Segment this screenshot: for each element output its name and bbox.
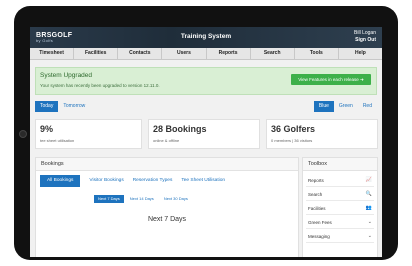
user-area: Bill Logan Sign Out [354, 30, 376, 44]
tab-next-7-days[interactable]: Next 7 Days [94, 195, 124, 203]
toolbox-item-label: Green Fees [308, 220, 332, 225]
nav-item-users[interactable]: Users [162, 48, 207, 59]
day-tabs: Today Tomorrow [35, 101, 90, 112]
stat-utilisation: 9% tee sheet utilisation [35, 119, 142, 149]
stat-label: 0 members | 36 visitors [271, 138, 313, 143]
stat-bookings: 28 Bookings online & offline [148, 119, 260, 149]
nav-item-timesheet[interactable]: Timesheet [30, 48, 75, 59]
tab-blue[interactable]: Blue [313, 101, 334, 112]
alert-title: System Upgraded [40, 72, 93, 79]
chevron-down-icon: ⌄ [367, 233, 372, 239]
bookings-panel: Bookings All Bookings Visitor Bookings R… [35, 157, 299, 257]
range-tabs: Next 7 Days Next 14 Days Next 30 Days [94, 195, 194, 203]
chart-icon: 📈 [365, 177, 372, 183]
view-features-button[interactable]: View Features in each release ➜ [291, 74, 371, 85]
tab-green[interactable]: Green [334, 101, 358, 112]
toolbox-item-green-fees[interactable]: Green Fees ⌄ [306, 217, 374, 229]
top-bar: BRSGOLF by Golfs Training System Bill Lo… [30, 27, 382, 48]
toolbox-item-label: Messaging [308, 234, 330, 239]
arrow-right-icon: ➜ [359, 77, 364, 82]
stat-label: tee sheet utilisation [40, 138, 75, 143]
tab-visitor-bookings[interactable]: Visitor Bookings [89, 175, 123, 187]
app-screen: BRSGOLF by Golfs Training System Bill Lo… [30, 27, 382, 257]
tab-red[interactable]: Red [358, 101, 377, 112]
tab-reservation-types[interactable]: Reservation Types [133, 175, 173, 187]
tab-today[interactable]: Today [35, 101, 59, 112]
bookings-tabs: All Bookings Visitor Bookings Reservatio… [40, 175, 234, 187]
toolbox-item-reports[interactable]: Reports 📈 [306, 175, 374, 187]
nav-item-search[interactable]: Search [251, 48, 295, 59]
stat-label: online & offline [153, 138, 180, 143]
toolbox-item-label: Reports [308, 178, 324, 183]
toolbox-item-messaging[interactable]: Messaging ⌄ [306, 231, 374, 243]
stat-golfers: 36 Golfers 0 members | 36 visitors [266, 119, 378, 149]
nav-item-contacts[interactable]: Contacts [118, 48, 163, 59]
main-nav: Timesheet Facilities Contacts Users Repo… [30, 48, 382, 60]
user-name: Bill Logan [354, 30, 376, 36]
alert-message: Your system has recently been upgraded t… [40, 83, 160, 88]
bookings-title: Bookings [41, 161, 64, 167]
bookings-header: Bookings [36, 158, 298, 171]
bookings-range-heading: Next 7 Days [147, 216, 187, 223]
toolbox-header: Toolbox [303, 158, 377, 171]
toolbox-item-facilities[interactable]: Facilities 👥 [306, 203, 374, 215]
view-features-label: View Features in each release [298, 77, 359, 82]
nav-item-reports[interactable]: Reports [207, 48, 251, 59]
tab-tee-sheet-utilisation[interactable]: Tee Sheet Utilisation [181, 175, 225, 187]
toolbox-panel: Toolbox Reports 📈 Search 🔍 Facilities 👥 … [302, 157, 378, 257]
stat-value: 9% [40, 124, 54, 134]
toolbox-item-search[interactable]: Search 🔍 [306, 189, 374, 201]
toolbox-item-label: Search [308, 192, 323, 197]
tab-next-30-days[interactable]: Next 30 Days [160, 195, 192, 203]
nav-item-help[interactable]: Help [339, 48, 382, 59]
users-icon: 👥 [365, 205, 372, 211]
sign-out-link[interactable]: Sign Out [354, 37, 376, 44]
search-icon: 🔍 [365, 191, 372, 197]
page-title: Training System [180, 33, 232, 40]
upgrade-alert: System Upgraded Your system has recently… [35, 67, 377, 95]
toolbox-title: Toolbox [308, 161, 327, 167]
chevron-down-icon: ⌄ [367, 219, 372, 225]
camera-icon [19, 130, 27, 138]
toolbox-item-label: Facilities [308, 206, 326, 211]
tab-next-14-days[interactable]: Next 14 Days [126, 195, 158, 203]
nav-item-facilities[interactable]: Facilities [74, 48, 119, 59]
tab-all-bookings[interactable]: All Bookings [40, 175, 81, 187]
color-tabs: Blue Green Red [313, 101, 377, 112]
tab-tomorrow[interactable]: Tomorrow [58, 101, 90, 112]
stat-value: 28 Bookings [153, 124, 207, 134]
nav-item-tools[interactable]: Tools [295, 48, 339, 59]
stat-value: 36 Golfers [271, 124, 316, 134]
